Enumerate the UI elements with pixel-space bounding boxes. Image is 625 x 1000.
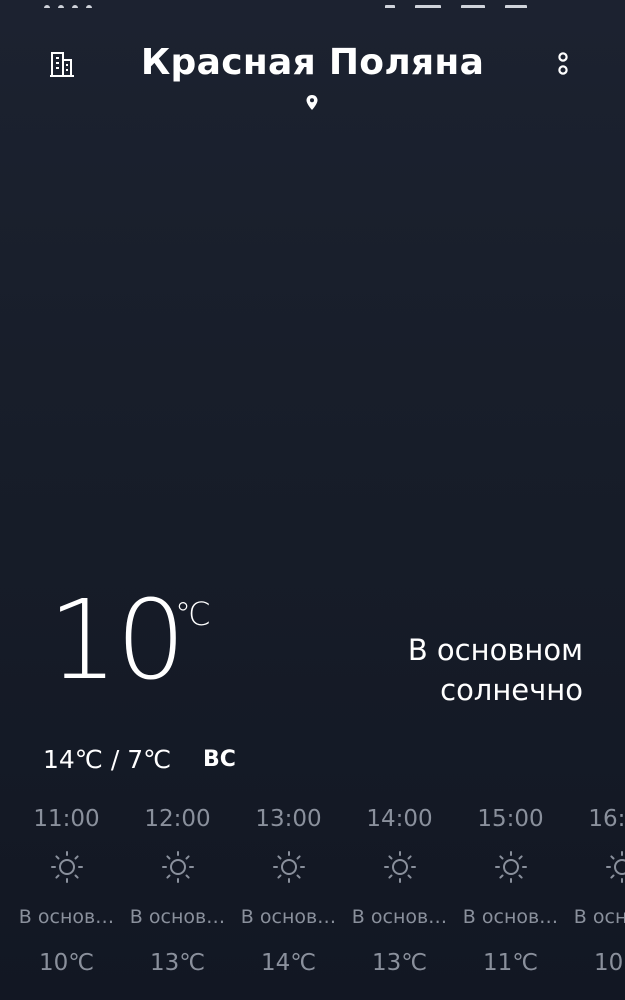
hour-time: 14:00 bbox=[366, 806, 433, 832]
location-pin-icon bbox=[306, 95, 318, 110]
hourly-item[interactable]: 16:00 В основ… 10℃ bbox=[566, 800, 625, 1000]
hour-temperature: 11℃ bbox=[482, 950, 539, 976]
hour-temperature: 10℃ bbox=[38, 950, 95, 976]
hour-time: 16:00 bbox=[588, 806, 625, 832]
hourly-item[interactable]: 13:00 В основ… 14℃ bbox=[233, 800, 344, 1000]
hour-temperature: 13℃ bbox=[149, 950, 206, 976]
hour-temperature: 14℃ bbox=[260, 950, 317, 976]
more-options-button[interactable] bbox=[541, 42, 585, 86]
hourly-forecast[interactable]: 11:00 В основ… 10℃ 12:00 В основ… 13℃ 13… bbox=[0, 800, 625, 1000]
high-low-temperature: 14℃ / 7℃ bbox=[43, 745, 172, 774]
sun-icon bbox=[272, 851, 305, 883]
hour-condition: В основ… bbox=[240, 906, 337, 928]
temperature-unit: ℃ bbox=[175, 595, 211, 633]
hourly-item[interactable]: 12:00 В основ… 13℃ bbox=[122, 800, 233, 1000]
condition-line-2: солнечно bbox=[440, 673, 583, 707]
city-name[interactable]: Красная Поляна bbox=[0, 42, 625, 83]
hour-time: 13:00 bbox=[255, 806, 322, 832]
hour-time: 12:00 bbox=[144, 806, 211, 832]
sun-icon bbox=[605, 851, 625, 883]
hour-condition: В основ… bbox=[129, 906, 226, 928]
hour-time: 15:00 bbox=[477, 806, 544, 832]
condition-line-1: В основном bbox=[407, 633, 583, 667]
hour-condition: В основ… bbox=[573, 906, 625, 928]
more-vertical-icon bbox=[558, 52, 568, 75]
system-status-icons bbox=[365, 0, 595, 8]
status-bar bbox=[0, 0, 625, 8]
current-temperature: 10 bbox=[48, 576, 186, 704]
toolbar: Красная Поляна bbox=[0, 36, 625, 116]
day-of-week: ВС bbox=[203, 747, 236, 772]
hour-temperature: 13℃ bbox=[371, 950, 428, 976]
hourly-item[interactable]: 11:00 В основ… 10℃ bbox=[11, 800, 122, 1000]
weather-condition: В основном солнечно bbox=[303, 630, 583, 710]
hour-condition: В основ… bbox=[462, 906, 559, 928]
hourly-item[interactable]: 15:00 В основ… 11℃ bbox=[455, 800, 566, 1000]
hour-condition: В основ… bbox=[18, 906, 115, 928]
sun-icon bbox=[161, 851, 194, 883]
hour-condition: В основ… bbox=[351, 906, 448, 928]
notification-icons bbox=[44, 0, 134, 8]
hour-time: 11:00 bbox=[33, 806, 100, 832]
current-weather: 10 ℃ В основном солнечно 14℃ / 7℃ ВС bbox=[0, 585, 625, 785]
sun-icon bbox=[383, 851, 416, 883]
sun-icon bbox=[494, 851, 527, 883]
hourly-item[interactable]: 14:00 В основ… 13℃ bbox=[344, 800, 455, 1000]
sun-icon bbox=[50, 851, 83, 883]
hour-temperature: 10℃ bbox=[593, 950, 625, 976]
